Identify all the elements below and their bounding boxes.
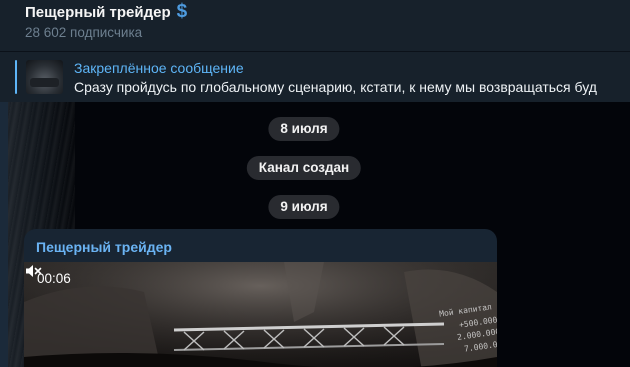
muted-speaker-icon[interactable]: [24, 262, 42, 280]
channel-header[interactable]: Пещерный трейдер $ 28 602 подписчика: [0, 0, 630, 52]
date-separator-1: 8 июля: [268, 117, 340, 141]
thumbnail-detail: [30, 78, 59, 87]
date-separator-2: 9 июля: [268, 195, 340, 219]
dollar-icon: $: [176, 1, 188, 22]
channel-title-text: Пещерный трейдер: [25, 3, 171, 21]
service-message: Канал создан: [246, 156, 362, 180]
chat-area[interactable]: 8 июля Канал создан 9 июля Пещерный трей…: [0, 102, 630, 367]
pinned-accent-line: [15, 60, 17, 94]
chat-wallpaper-edge: [0, 102, 8, 367]
telegram-channel-window: Пещерный трейдер $ 28 602 подписчика Зак…: [0, 0, 630, 367]
message-author[interactable]: Пещерный трейдер: [36, 239, 172, 255]
video-timer: 00:06: [37, 271, 71, 286]
pinned-label: Закреплённое сообщение: [74, 60, 244, 76]
channel-message[interactable]: Пещерный трейдер 00:06 Мой капитал +500.…: [24, 229, 497, 367]
pinned-thumbnail: [26, 60, 63, 94]
subscriber-count: 28 602 подписчика: [25, 25, 143, 40]
video-player[interactable]: 00:06 Мой капитал +500.000 2.000.000 7.0…: [24, 262, 497, 367]
pinned-message-bar[interactable]: Закреплённое сообщение Сразу пройдусь по…: [0, 52, 630, 102]
video-frame-art: [24, 262, 497, 367]
pinned-preview-text: Сразу пройдусь по глобальному сценарию, …: [74, 79, 597, 95]
channel-title[interactable]: Пещерный трейдер $: [25, 1, 188, 22]
